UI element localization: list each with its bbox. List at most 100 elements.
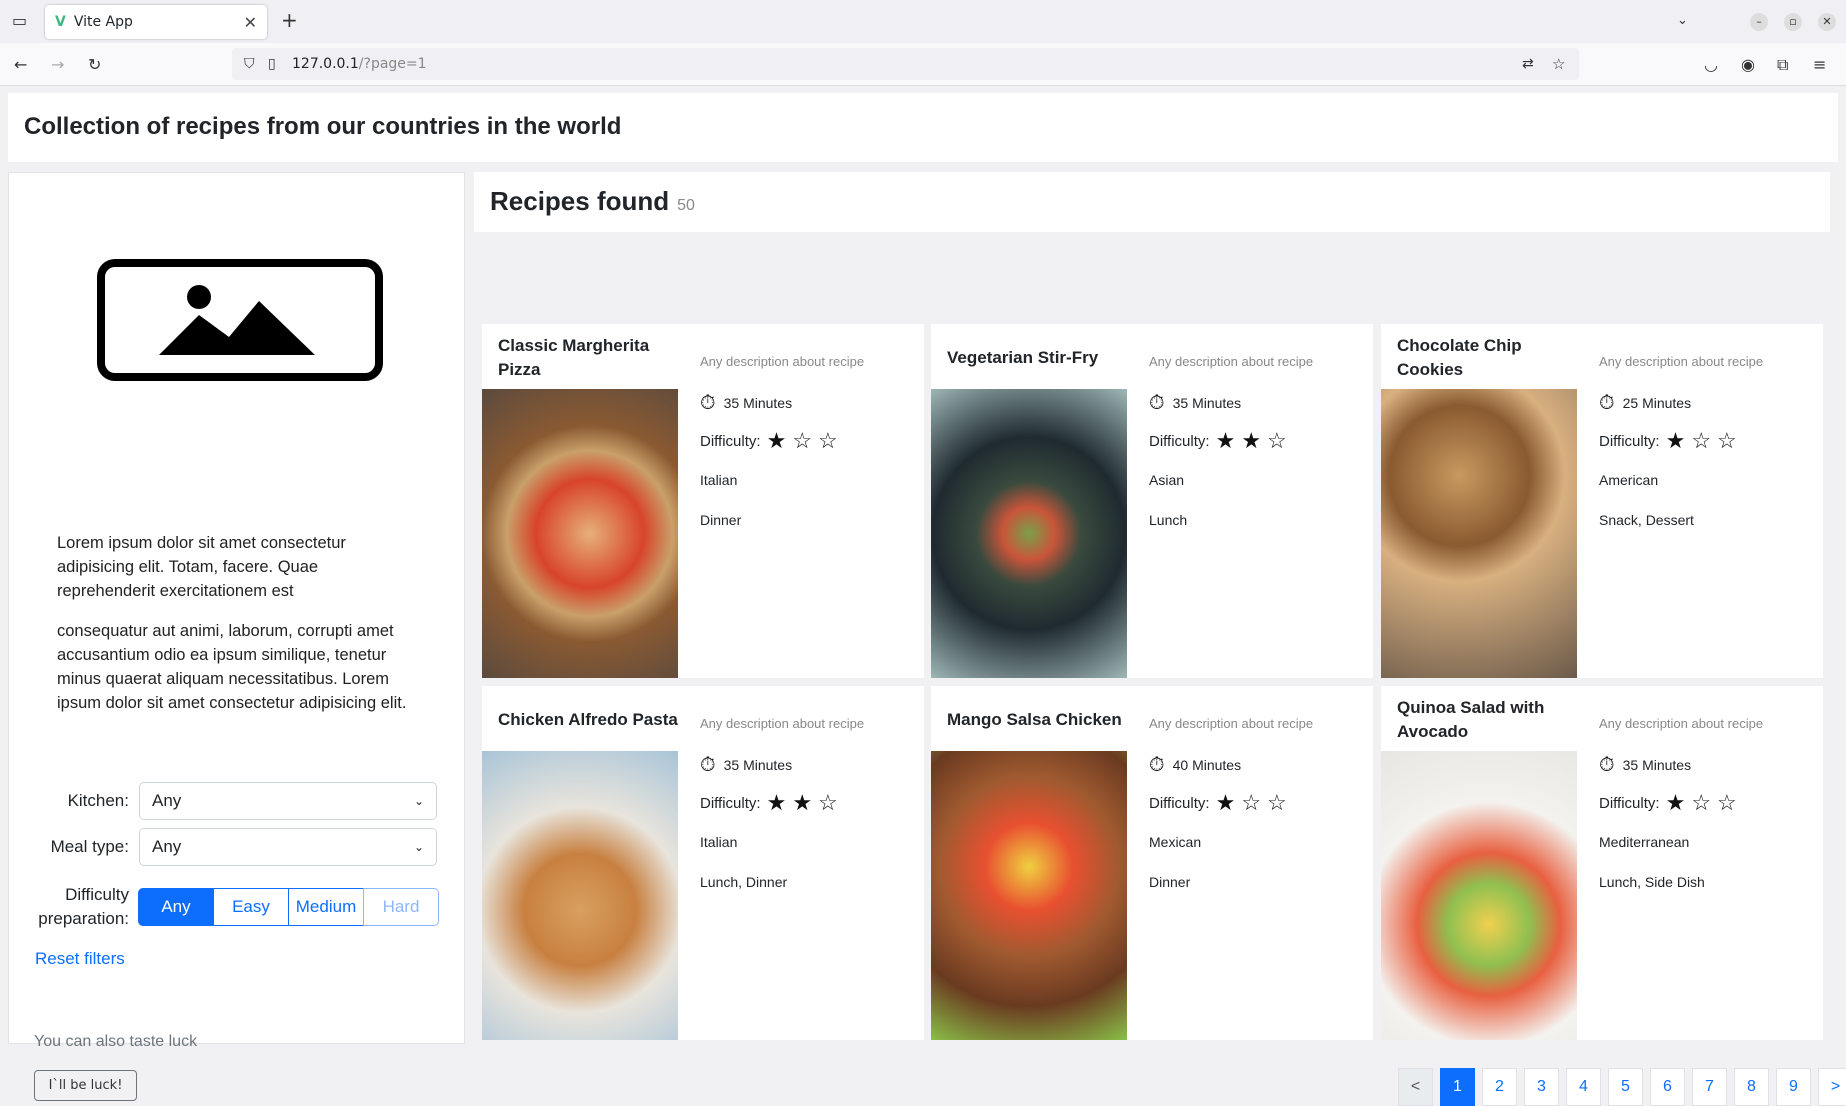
close-tab-icon[interactable]: ✕ xyxy=(244,13,257,32)
recipe-time-text: 35 Minutes xyxy=(1622,757,1692,773)
chevron-down-icon[interactable]: ⌄ xyxy=(1677,13,1688,29)
recipe-time-text: 35 Minutes xyxy=(723,757,793,773)
difficulty-any-button[interactable]: Any xyxy=(138,888,214,926)
recipe-title[interactable]: Vegetarian Stir-Fry xyxy=(947,330,1127,390)
recipe-time: ⏱ 40 Minutes xyxy=(1149,754,1241,776)
close-window-icon[interactable]: ✕ xyxy=(1818,13,1836,31)
page-button-9[interactable]: 9 xyxy=(1776,1068,1811,1106)
reload-icon[interactable]: ↻ xyxy=(88,57,101,73)
recipe-cuisine: Mexican xyxy=(1149,834,1202,850)
prev-page-button[interactable]: < xyxy=(1398,1068,1433,1106)
star-empty-icon: ☆ xyxy=(1267,790,1287,815)
recipe-image[interactable] xyxy=(482,751,678,1040)
recipe-cuisine: Italian xyxy=(700,472,738,488)
star-empty-icon: ☆ xyxy=(792,428,813,453)
recipe-difficulty: Difficulty: ★ ☆ ☆ xyxy=(1599,430,1737,452)
recipe-difficulty: Difficulty: ★ ★ ☆ xyxy=(700,792,838,814)
page-button-2[interactable]: 2 xyxy=(1482,1068,1517,1106)
back-icon[interactable]: ← xyxy=(14,57,27,73)
browser-tabbar: ▭ V Vite App ✕ + ⌄ – ▫ ✕ xyxy=(0,0,1846,43)
pocket-icon[interactable]: ◡ xyxy=(1704,57,1718,73)
recipe-image[interactable] xyxy=(931,751,1127,1040)
minimize-icon[interactable]: – xyxy=(1750,13,1768,31)
meal-type-select[interactable]: Any ⌄ xyxy=(139,828,437,866)
difficulty-hard-button[interactable]: Hard xyxy=(363,888,439,926)
recipe-description: Any description about recipe xyxy=(1149,716,1314,731)
difficulty-text: Difficulty: xyxy=(700,794,761,812)
recipe-title[interactable]: Mango Salsa Chicken xyxy=(947,692,1127,752)
recipe-card[interactable]: Mango Salsa Chicken Any description about… xyxy=(931,686,1373,1040)
page-button-4[interactable]: 4 xyxy=(1566,1068,1601,1106)
recipe-difficulty: Difficulty: ★ ☆ ☆ xyxy=(1149,792,1287,814)
recipe-time-text: 35 Minutes xyxy=(723,395,793,411)
browser-tab[interactable]: V Vite App ✕ xyxy=(45,5,267,39)
recipe-description: Any description about recipe xyxy=(700,354,865,369)
recipe-title[interactable]: Chicken Alfredo Pasta xyxy=(498,692,678,752)
recipe-time-text: 40 Minutes xyxy=(1172,757,1242,773)
translate-icon[interactable]: ⇄ xyxy=(1522,56,1534,72)
account-icon[interactable]: ◉ xyxy=(1741,57,1755,73)
star-filled-icon: ★ xyxy=(766,428,787,453)
recipe-image[interactable] xyxy=(931,389,1127,678)
forward-icon[interactable]: → xyxy=(51,57,64,73)
new-tab-icon[interactable]: + xyxy=(281,10,298,30)
page-title: Collection of recipes from our countries… xyxy=(8,93,1838,162)
recipe-description: Any description about recipe xyxy=(1149,354,1314,369)
recipe-card[interactable]: Vegetarian Stir-Fry Any description about… xyxy=(931,324,1373,678)
difficulty-medium-button[interactable]: Medium xyxy=(288,888,364,926)
recipe-meal-type: Lunch, Dinner xyxy=(700,874,788,890)
shield-icon[interactable]: ⛉ xyxy=(244,56,255,72)
recipe-difficulty: Difficulty: ★ ★ ☆ xyxy=(1149,430,1287,452)
recipe-cuisine: Asian xyxy=(1149,472,1185,488)
recipe-card[interactable]: Chicken Alfredo Pasta Any description abo… xyxy=(482,686,924,1040)
recipe-card[interactable]: Chocolate Chip Cookies Any description ab… xyxy=(1381,324,1823,678)
star-empty-icon: ☆ xyxy=(1717,428,1737,453)
star-filled-icon: ★ xyxy=(1215,428,1236,453)
recipe-title[interactable]: Classic Margherita Pizza xyxy=(498,330,678,390)
image-placeholder-icon xyxy=(97,259,383,381)
recipe-difficulty: Difficulty: ★ ☆ ☆ xyxy=(700,430,838,452)
timer-icon: ⏱ xyxy=(1149,392,1165,414)
page-button-1[interactable]: 1 xyxy=(1440,1068,1475,1106)
restore-icon[interactable]: ▫ xyxy=(1784,13,1802,31)
tab-title: Vite App xyxy=(73,14,133,30)
url-bar[interactable]: ⛉ ▯ 127.0.0.1/?page=1 ⇄ ☆ xyxy=(232,48,1579,80)
recipe-image[interactable] xyxy=(482,389,678,678)
page-button-7[interactable]: 7 xyxy=(1692,1068,1727,1106)
luck-button[interactable]: I`ll be luck! xyxy=(34,1070,137,1101)
difficulty-text: Difficulty: xyxy=(1149,794,1210,812)
reset-filters-link[interactable]: Reset filters xyxy=(35,949,125,969)
page-button-8[interactable]: 8 xyxy=(1734,1068,1769,1106)
bookmark-star-icon[interactable]: ☆ xyxy=(1552,56,1565,72)
tab-list-icon[interactable]: ▭ xyxy=(12,13,27,29)
star-filled-icon: ★ xyxy=(1215,790,1236,815)
recipe-title[interactable]: Quinoa Salad with Avocado xyxy=(1397,692,1577,752)
page-button-6[interactable]: 6 xyxy=(1650,1068,1685,1106)
recipe-image[interactable] xyxy=(1381,389,1577,678)
difficulty-easy-button[interactable]: Easy xyxy=(213,888,289,926)
star-empty-icon: ☆ xyxy=(1691,790,1712,815)
page-button-3[interactable]: 3 xyxy=(1524,1068,1559,1106)
recipe-difficulty: Difficulty: ★ ☆ ☆ xyxy=(1599,792,1737,814)
page-icon: ▯ xyxy=(268,56,276,72)
recipe-time: ⏱ 35 Minutes xyxy=(1149,392,1241,414)
next-page-button[interactable]: > xyxy=(1818,1068,1846,1106)
recipe-card[interactable]: Classic Margherita Pizza Any description … xyxy=(482,324,924,678)
recipe-cuisine: Mediterranean xyxy=(1599,834,1690,850)
timer-icon: ⏱ xyxy=(700,392,716,414)
recipe-image[interactable] xyxy=(1381,751,1577,1040)
difficulty-text: Difficulty: xyxy=(1149,432,1210,450)
star-empty-icon: ☆ xyxy=(1691,428,1712,453)
sidebar-paragraph-2: consequatur aut animi, laborum, corrupti… xyxy=(57,622,407,712)
star-empty-icon: ☆ xyxy=(818,428,838,453)
recipe-cuisine: American xyxy=(1599,472,1659,488)
meal-type-label: Meal type: xyxy=(50,837,129,856)
menu-icon[interactable]: ≡ xyxy=(1813,57,1826,73)
recipe-time-text: 35 Minutes xyxy=(1172,395,1242,411)
kitchen-select[interactable]: Any ⌄ xyxy=(139,782,437,820)
recipes-heading-text: Recipes found xyxy=(490,186,670,216)
recipe-card[interactable]: Quinoa Salad with Avocado Any description… xyxy=(1381,686,1823,1040)
extensions-icon[interactable]: ⧉ xyxy=(1777,57,1788,73)
page-button-5[interactable]: 5 xyxy=(1608,1068,1643,1106)
recipe-title[interactable]: Chocolate Chip Cookies xyxy=(1397,330,1577,390)
